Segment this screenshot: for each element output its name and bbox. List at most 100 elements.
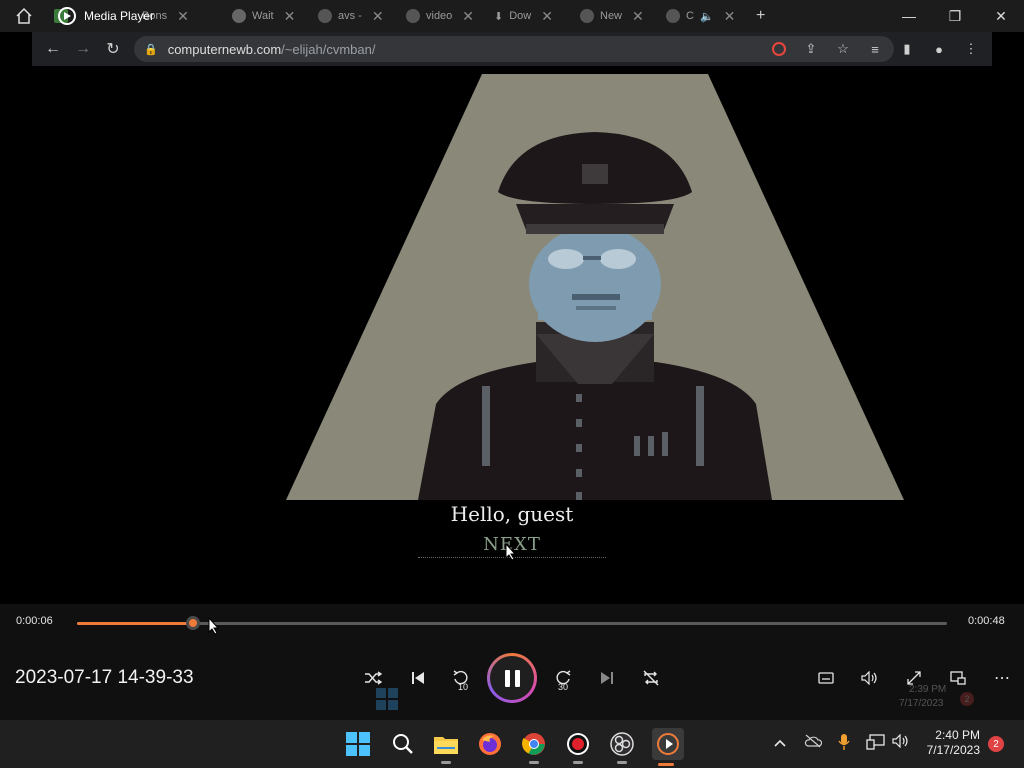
new-tab-button[interactable]: + bbox=[750, 0, 780, 32]
windows-logo-icon bbox=[346, 732, 370, 756]
browser-tabs: Fa Bons✕ Wait✕ avs -✕ video✕ ⬇Dow✕ New✕ … bbox=[48, 0, 780, 32]
speaker-icon: 🔈 bbox=[699, 10, 714, 23]
tab-favicon-icon bbox=[666, 9, 680, 23]
close-tab-icon[interactable]: ✕ bbox=[177, 8, 189, 25]
close-tab-icon[interactable]: ✕ bbox=[372, 8, 384, 25]
toolbar-actions: ⇪ ☆ ≡ ▮ ● ⋮ bbox=[766, 34, 984, 64]
seek-bar-area: 0:00:06 0:00:48 bbox=[0, 604, 1024, 640]
close-tab-icon[interactable]: ✕ bbox=[724, 8, 736, 25]
home-button[interactable] bbox=[0, 0, 48, 32]
profile-icon[interactable]: ● bbox=[926, 34, 952, 64]
google-icon bbox=[232, 9, 246, 23]
tab-5[interactable]: video ✕ bbox=[400, 0, 488, 32]
repeat-off-icon bbox=[643, 670, 659, 686]
taskbar-chrome[interactable] bbox=[520, 730, 548, 764]
volume-button[interactable] bbox=[855, 666, 885, 690]
obs-icon bbox=[610, 732, 634, 756]
previous-button[interactable] bbox=[403, 666, 433, 690]
more-options-button[interactable]: ⋯ bbox=[987, 666, 1017, 690]
ghost-notification-badge: 2 bbox=[960, 692, 974, 706]
folder-icon bbox=[434, 737, 458, 754]
more-menu-icon[interactable]: ⋮ bbox=[958, 34, 984, 64]
search-button[interactable] bbox=[389, 730, 417, 758]
media-queue-icon[interactable]: ≡ bbox=[862, 34, 888, 64]
chrome-icon bbox=[318, 9, 332, 23]
pause-button[interactable] bbox=[487, 653, 537, 703]
close-tab-icon[interactable]: ✕ bbox=[632, 8, 644, 25]
app-title: Media Player bbox=[58, 0, 154, 32]
taskbar-firefox[interactable] bbox=[476, 730, 504, 758]
side-panel-icon[interactable]: ▮ bbox=[894, 34, 920, 64]
mouse-cursor-icon bbox=[505, 543, 517, 561]
onedrive-icon[interactable] bbox=[804, 734, 823, 751]
volume-tray-icon[interactable] bbox=[892, 733, 910, 751]
notification-badge[interactable]: 2 bbox=[988, 736, 1004, 752]
tab-7[interactable]: New ✕ bbox=[574, 0, 660, 32]
transport-controls: 2023-07-17 14-39-33 2:39 PM 7/17/2023 2 … bbox=[0, 640, 1024, 720]
share-icon[interactable]: ⇪ bbox=[798, 34, 824, 64]
fullscreen-button[interactable] bbox=[899, 666, 929, 690]
google-lens-icon[interactable] bbox=[766, 34, 792, 64]
show-hidden-icons-button[interactable] bbox=[774, 735, 786, 750]
download-icon: ⬇ bbox=[494, 10, 504, 23]
minimize-button[interactable]: — bbox=[886, 0, 932, 32]
media-player-icon bbox=[657, 733, 679, 755]
close-button[interactable]: ✕ bbox=[978, 0, 1024, 32]
spotlight-officer-image bbox=[286, 74, 904, 500]
taskbar-obs-record[interactable] bbox=[564, 730, 592, 764]
ghost-windows-icon bbox=[376, 688, 398, 713]
tab-3[interactable]: Wait ✕ bbox=[226, 0, 312, 32]
url-path: /~elijah/cvmban/ bbox=[281, 41, 376, 57]
chrome-icon bbox=[406, 9, 420, 23]
total-time: 0:00:48 bbox=[968, 615, 1005, 627]
taskbar-media-player[interactable] bbox=[652, 728, 684, 766]
app-title-text: Media Player bbox=[84, 9, 155, 23]
tab-8[interactable]: C 🔈 ✕ bbox=[660, 0, 750, 32]
taskbar-obs[interactable] bbox=[608, 730, 636, 764]
skip-back-seconds: 10 bbox=[458, 682, 469, 692]
mouse-cursor-icon bbox=[208, 617, 220, 635]
back-button[interactable]: ← bbox=[38, 34, 68, 64]
tab-4[interactable]: avs - ✕ bbox=[312, 0, 400, 32]
start-button[interactable] bbox=[344, 730, 372, 758]
record-icon bbox=[567, 733, 589, 755]
forward-button[interactable]: → bbox=[68, 34, 98, 64]
skip-back-button[interactable]: 10 bbox=[446, 666, 476, 692]
shuffle-icon bbox=[365, 671, 382, 685]
search-icon bbox=[393, 734, 413, 754]
expand-icon bbox=[907, 671, 921, 685]
pause-icon bbox=[490, 656, 534, 700]
clock[interactable]: 2:40 PM 7/17/2023 bbox=[920, 728, 980, 758]
mini-player-button[interactable] bbox=[943, 666, 973, 690]
title-bar: Fa Bons✕ Wait✕ avs -✕ video✕ ⬇Dow✕ New✕ … bbox=[0, 0, 1024, 32]
skip-forward-button[interactable]: 30 bbox=[548, 666, 578, 692]
next-track-button[interactable] bbox=[592, 666, 622, 690]
close-tab-icon[interactable]: ✕ bbox=[284, 8, 296, 25]
lock-icon: 🔒 bbox=[144, 43, 158, 56]
chrome-icon bbox=[522, 733, 545, 755]
skip-forward-seconds: 30 bbox=[558, 682, 569, 692]
seek-thumb[interactable] bbox=[185, 616, 200, 630]
bookmark-star-icon[interactable]: ☆ bbox=[830, 34, 856, 64]
restore-button[interactable]: ❐ bbox=[932, 0, 978, 32]
media-title: 2023-07-17 14-39-33 bbox=[15, 667, 194, 688]
chrome-icon bbox=[580, 9, 594, 23]
taskbar-file-explorer[interactable] bbox=[432, 730, 460, 764]
microphone-icon[interactable] bbox=[838, 733, 850, 754]
reload-button[interactable]: ↻ bbox=[98, 34, 128, 64]
dialog-text: Hello, guest bbox=[450, 502, 574, 526]
repeat-button[interactable] bbox=[636, 666, 666, 690]
current-time: 0:00:06 bbox=[16, 615, 53, 627]
captions-button[interactable] bbox=[811, 666, 841, 690]
close-tab-icon[interactable]: ✕ bbox=[541, 8, 553, 25]
shuffle-button[interactable] bbox=[358, 666, 388, 690]
close-tab-icon[interactable]: ✕ bbox=[462, 8, 474, 25]
screen: Fa Bons✕ Wait✕ avs -✕ video✕ ⬇Dow✕ New✕ … bbox=[0, 0, 1024, 768]
more-horizontal-icon: ⋯ bbox=[994, 670, 1010, 687]
video-frame[interactable]: Hello, guest NEXT bbox=[0, 66, 1024, 604]
skip-previous-icon bbox=[412, 672, 424, 684]
network-icon[interactable] bbox=[866, 734, 886, 753]
media-player-icon bbox=[58, 7, 76, 25]
tab-6[interactable]: ⬇ Dow ✕ bbox=[488, 0, 574, 32]
windows-taskbar: 2:40 PM 7/17/2023 2 bbox=[0, 720, 1024, 768]
